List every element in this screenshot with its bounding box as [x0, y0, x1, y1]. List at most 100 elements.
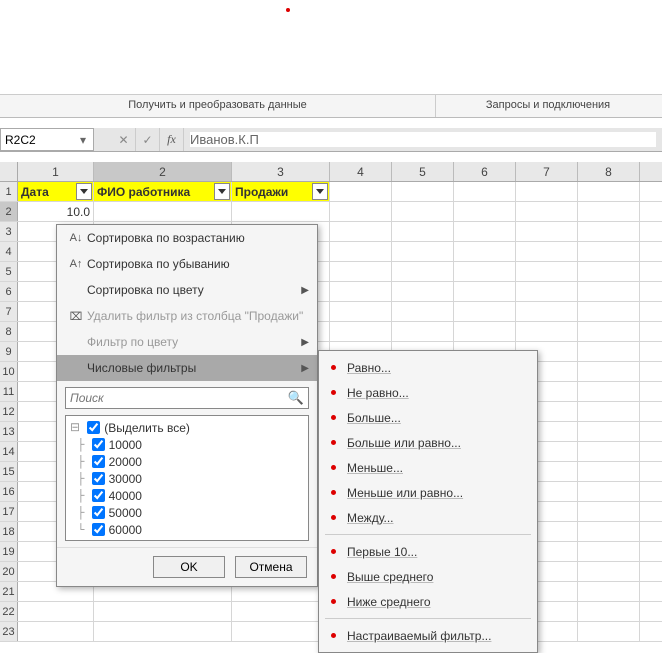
filter-value-item[interactable]: ├ 40000 — [70, 487, 304, 504]
cell[interactable] — [578, 582, 640, 601]
cell[interactable] — [578, 562, 640, 581]
cell[interactable] — [454, 182, 516, 201]
filter-value-item[interactable]: ├ 30000 — [70, 470, 304, 487]
submenu-item[interactable]: Между... — [319, 505, 537, 530]
filter-select-all[interactable]: ⊟ (Выделить все) — [70, 419, 304, 436]
cell[interactable] — [392, 262, 454, 281]
cancel-formula-icon[interactable]: ✕ — [112, 128, 136, 151]
cell[interactable] — [578, 222, 640, 241]
name-box-dropdown-icon[interactable]: ▾ — [77, 133, 89, 147]
filter-value-checkbox[interactable] — [92, 472, 105, 485]
row-header[interactable]: 9 — [0, 342, 18, 361]
cell[interactable] — [330, 222, 392, 241]
submenu-item[interactable]: Выше среднего — [319, 564, 537, 589]
row-header[interactable]: 6 — [0, 282, 18, 301]
cell[interactable] — [454, 302, 516, 321]
cell[interactable]: 10.0 — [18, 202, 94, 221]
cell[interactable] — [232, 622, 330, 641]
cell[interactable] — [392, 302, 454, 321]
column-header[interactable]: 4 — [330, 162, 392, 181]
row-header[interactable]: 10 — [0, 362, 18, 381]
submenu-item[interactable]: Ниже среднего — [319, 589, 537, 614]
row-header[interactable]: 4 — [0, 242, 18, 261]
filter-search[interactable]: 🔍 — [65, 387, 309, 409]
filter-value-item[interactable]: └ 60000 — [70, 521, 304, 538]
row-header[interactable]: 23 — [0, 622, 18, 641]
column-header[interactable]: 1 — [18, 162, 94, 181]
cell[interactable] — [454, 242, 516, 261]
cell[interactable] — [578, 522, 640, 541]
cell[interactable] — [578, 242, 640, 261]
submenu-item[interactable]: Настраиваемый фильтр... — [319, 623, 537, 648]
submenu-item[interactable]: Не равно... — [319, 380, 537, 405]
cell[interactable] — [454, 202, 516, 221]
cell[interactable] — [392, 202, 454, 221]
cell[interactable] — [392, 182, 454, 201]
row-header[interactable]: 3 — [0, 222, 18, 241]
cell[interactable]: ФИО работника — [94, 182, 232, 201]
cell[interactable] — [578, 442, 640, 461]
row-header[interactable]: 7 — [0, 302, 18, 321]
column-header[interactable]: 8 — [578, 162, 640, 181]
cell[interactable] — [578, 402, 640, 421]
submenu-item[interactable]: Больше... — [319, 405, 537, 430]
cell[interactable] — [516, 222, 578, 241]
row-header[interactable]: 20 — [0, 562, 18, 581]
filter-value-checkbox[interactable] — [92, 489, 105, 502]
name-box[interactable]: ▾ — [0, 128, 94, 151]
cell[interactable] — [578, 622, 640, 641]
cell[interactable] — [578, 422, 640, 441]
cell[interactable] — [330, 322, 392, 341]
filter-value-item[interactable]: ├ 50000 — [70, 504, 304, 521]
cell[interactable] — [516, 302, 578, 321]
column-header[interactable]: 6 — [454, 162, 516, 181]
column-header[interactable]: 3 — [232, 162, 330, 181]
cell[interactable] — [392, 322, 454, 341]
cell[interactable] — [578, 542, 640, 561]
cell[interactable] — [578, 182, 640, 201]
fx-icon[interactable]: fx — [160, 128, 184, 151]
row-header[interactable]: 13 — [0, 422, 18, 441]
cell[interactable] — [232, 202, 330, 221]
cell[interactable] — [578, 382, 640, 401]
cell[interactable] — [516, 282, 578, 301]
cell[interactable] — [578, 302, 640, 321]
cell[interactable] — [392, 242, 454, 261]
row-header[interactable]: 8 — [0, 322, 18, 341]
cell[interactable] — [578, 342, 640, 361]
cell[interactable] — [516, 182, 578, 201]
cell[interactable] — [454, 262, 516, 281]
cell[interactable] — [232, 602, 330, 621]
cell[interactable] — [578, 482, 640, 501]
cell[interactable] — [578, 262, 640, 281]
cell[interactable] — [454, 282, 516, 301]
cell[interactable] — [578, 282, 640, 301]
submenu-item[interactable]: Меньше или равно... — [319, 480, 537, 505]
filter-dropdown-button[interactable] — [214, 183, 230, 200]
column-header[interactable]: 7 — [516, 162, 578, 181]
cell[interactable] — [578, 202, 640, 221]
sort-desc[interactable]: A↑ Сортировка по убыванию — [57, 251, 317, 277]
filter-value-checkbox[interactable] — [92, 523, 105, 536]
cell[interactable] — [18, 622, 94, 641]
cell[interactable] — [516, 242, 578, 261]
filter-values-list[interactable]: ⊟ (Выделить все) ├ 10000 ├ 20000 ├ 30000… — [65, 415, 309, 541]
row-header[interactable]: 18 — [0, 522, 18, 541]
submenu-item[interactable]: Больше или равно... — [319, 430, 537, 455]
cell[interactable] — [392, 282, 454, 301]
select-all-corner[interactable] — [0, 162, 18, 181]
cell[interactable] — [454, 222, 516, 241]
cell[interactable]: Дата — [18, 182, 94, 201]
cell[interactable] — [578, 502, 640, 521]
filter-value-checkbox[interactable] — [92, 438, 105, 451]
cell[interactable] — [330, 282, 392, 301]
row-header[interactable]: 12 — [0, 402, 18, 421]
sort-by-color[interactable]: Сортировка по цвету ▶ — [57, 277, 317, 303]
cell[interactable] — [330, 182, 392, 201]
cell[interactable] — [330, 302, 392, 321]
filter-value-checkbox[interactable] — [92, 506, 105, 519]
filter-dropdown-button[interactable] — [312, 183, 328, 200]
row-header[interactable]: 15 — [0, 462, 18, 481]
cell[interactable] — [330, 202, 392, 221]
row-header[interactable]: 21 — [0, 582, 18, 601]
